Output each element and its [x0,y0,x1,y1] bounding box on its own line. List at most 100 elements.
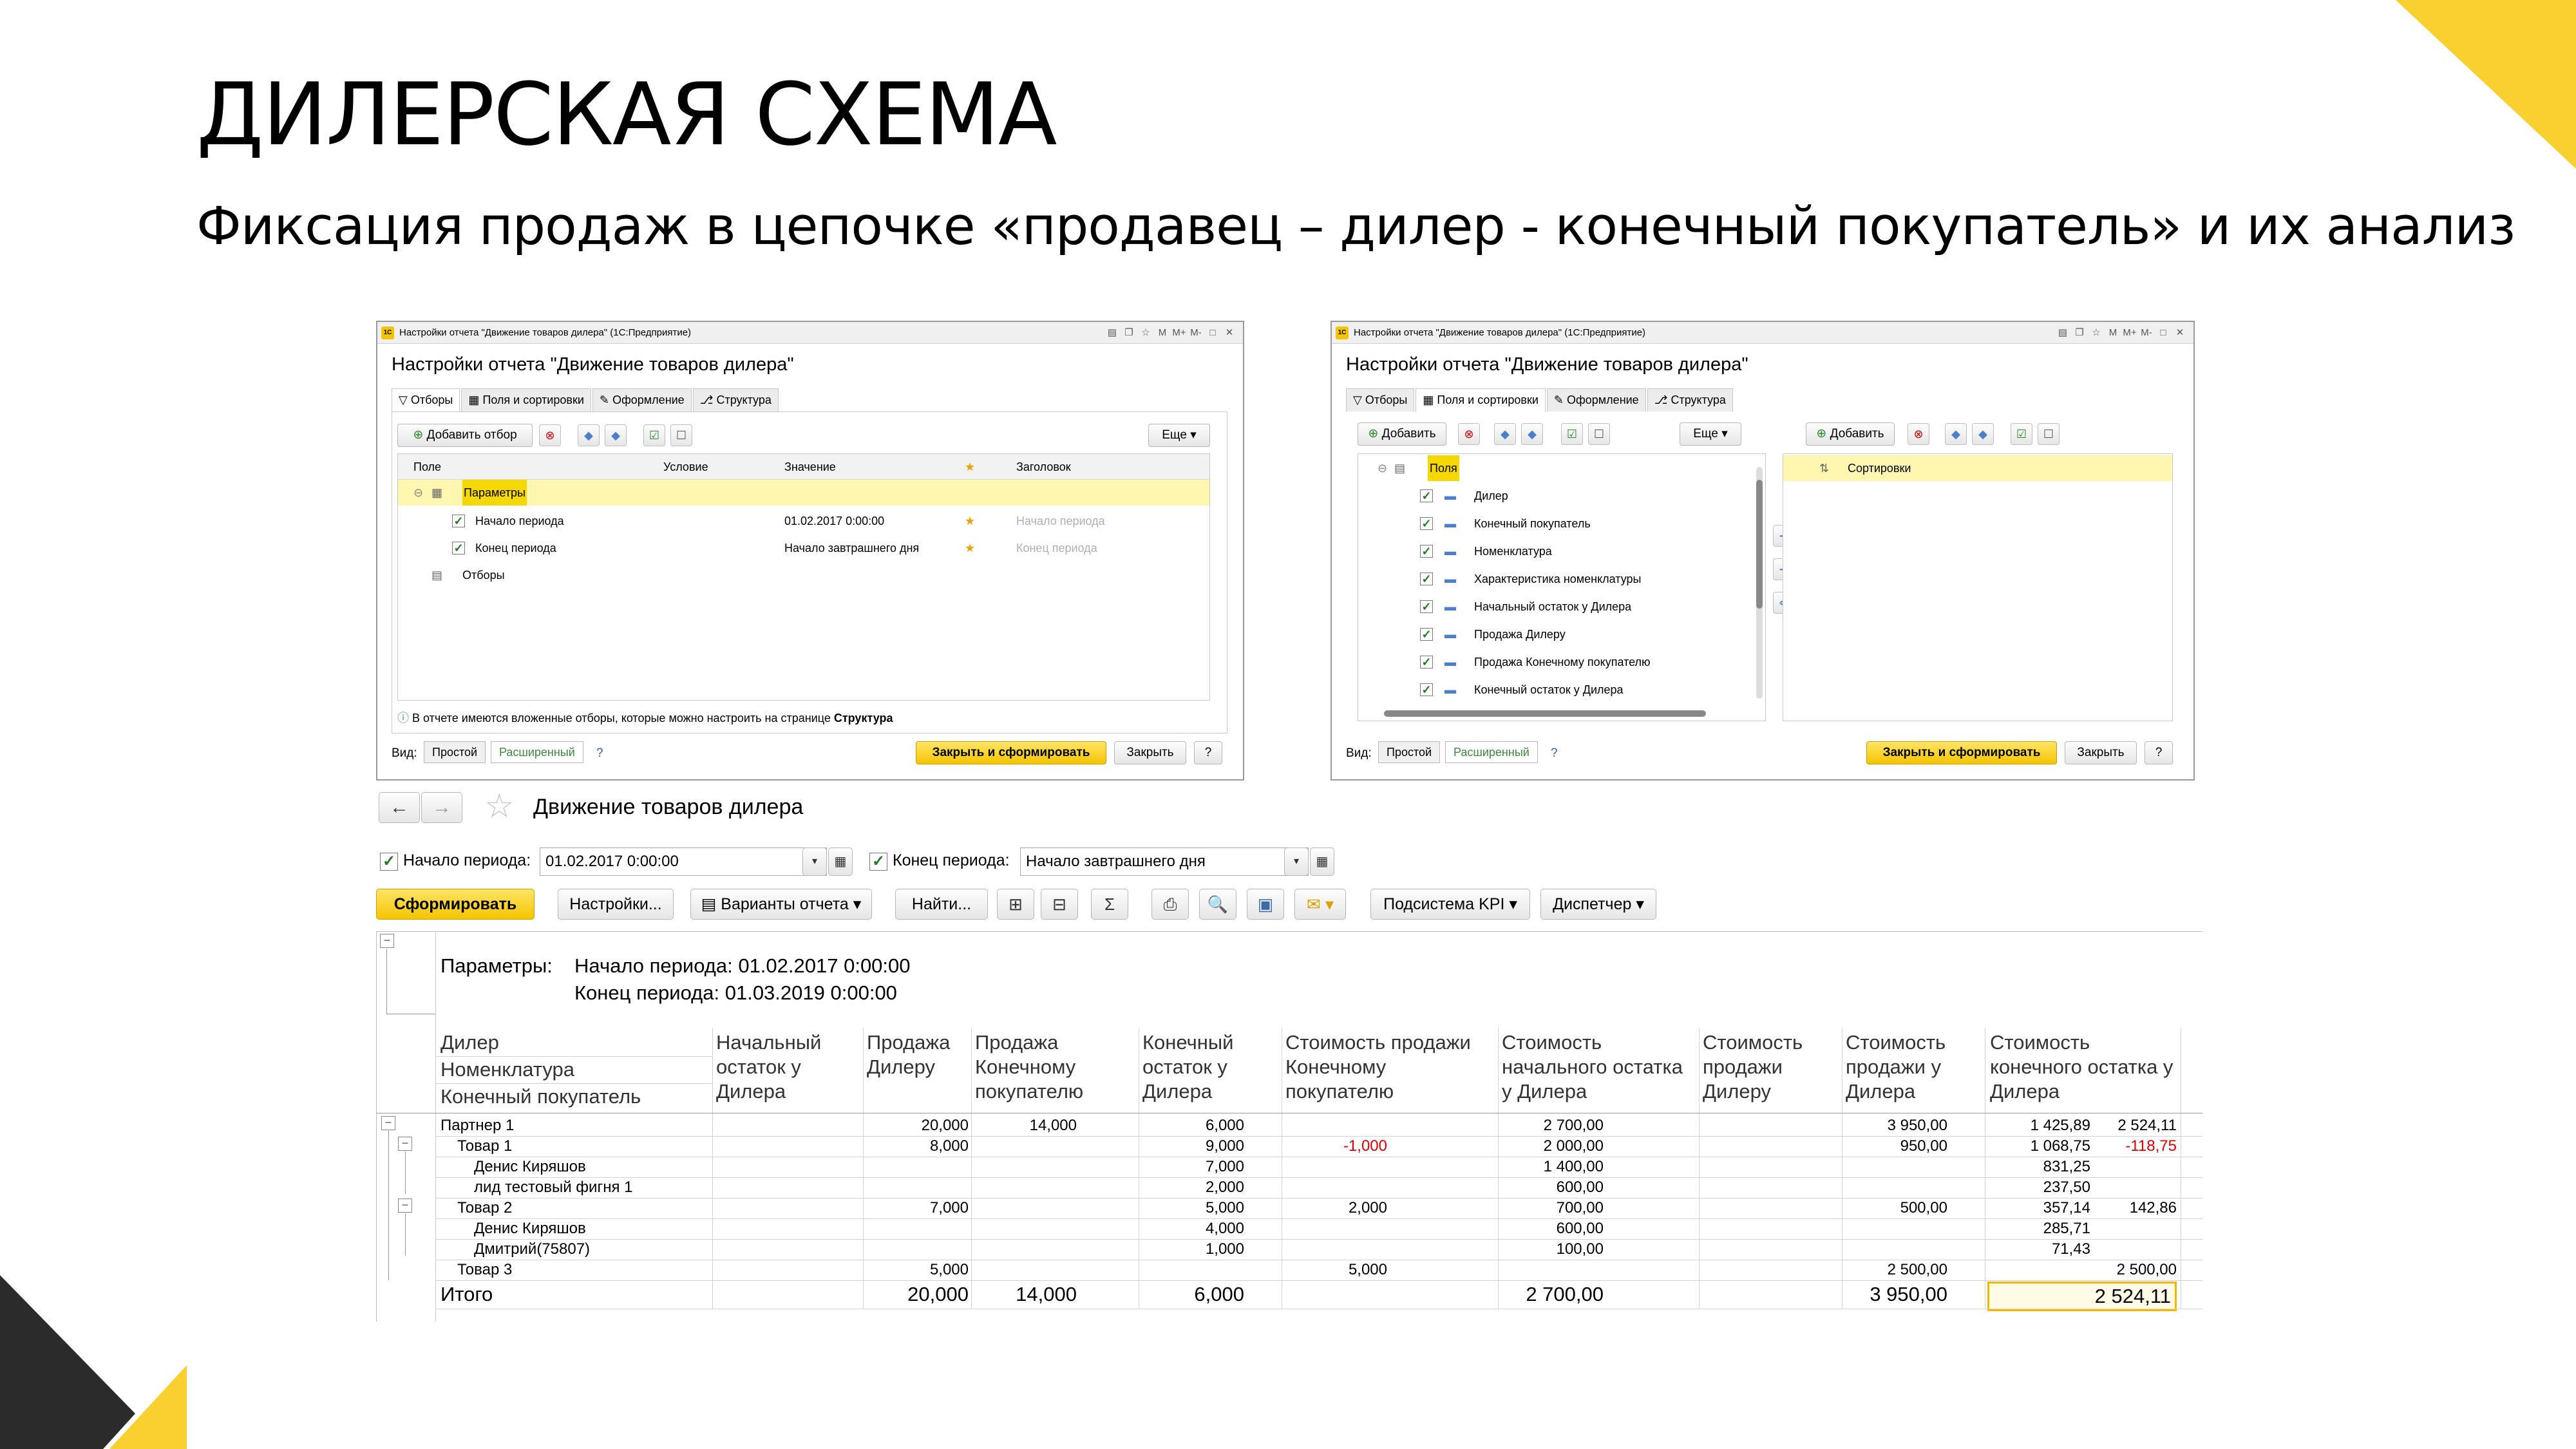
checkbox[interactable]: ✓ [1420,683,1433,696]
star-icon[interactable]: ★ [965,508,975,534]
delete-icon[interactable]: ⊗ [1458,423,1480,445]
uncheck-all-icon[interactable]: ☐ [1588,423,1610,445]
checkbox[interactable]: ✓ [1420,545,1433,558]
close-icon[interactable]: ✕ [1221,322,1238,344]
copy-icon[interactable]: ❐ [2071,322,2088,344]
view-extended-button[interactable]: Расширенный [491,741,583,763]
start-period-checkbox[interactable]: ✓ [380,853,398,871]
move-down-icon[interactable]: ◆ [605,424,627,446]
tree-row-fields-root[interactable]: ⊖ ▤ Поля [1358,455,1745,481]
back-arrow-icon[interactable]: ← [379,792,420,823]
checkbox[interactable]: ✓ [1420,628,1433,641]
sum-icon[interactable]: Σ [1091,889,1128,920]
add-filter-button[interactable]: ⊕ Добавить отбор [397,424,533,447]
collapse-icon[interactable]: − [398,1198,412,1213]
field-item[interactable]: ✓ ▬ Номенклатура [1358,538,1745,564]
vertical-scrollbar[interactable] [1756,467,1763,699]
collapse-icon[interactable]: − [398,1137,412,1151]
move-up-icon[interactable]: ◆ [1494,423,1516,445]
more-button[interactable]: Еще ▾ [1680,422,1741,446]
field-item[interactable]: ✓ ▬ Характеристика номенклатуры [1358,566,1745,592]
close-icon[interactable]: ✕ [2172,322,2188,344]
tree-row-end-period[interactable]: ✓ Конец периода Начало завтрашнего дня ★… [398,535,1209,561]
help-link[interactable]: ? [596,746,603,761]
end-dropdown-icon[interactable]: ▾ [1284,848,1309,876]
preview-icon[interactable]: 🔍 [1199,889,1236,920]
sort-up-icon[interactable]: ◆ [1945,423,1967,445]
end-period-checkbox[interactable]: ✓ [869,853,887,871]
menu-icon[interactable]: ▤ [1104,322,1121,344]
favorites-icon[interactable]: ☆ [1137,322,1154,344]
collapse-icon[interactable]: ⊖ [1378,455,1387,481]
collapse-groups-icon[interactable]: ⊟ [1041,889,1078,920]
restore-icon[interactable]: □ [2155,322,2172,344]
save-icon[interactable]: ▣ [1247,889,1284,920]
help-button[interactable]: ? [2145,741,2173,764]
horizontal-scrollbar[interactable] [1384,710,1706,717]
delete-icon[interactable]: ⊗ [539,424,561,446]
params-collapse-icon[interactable]: − [380,934,394,948]
print-icon[interactable]: ⎙ [1151,889,1189,920]
forward-arrow-icon[interactable]: → [421,792,462,823]
find-button[interactable]: Найти... [895,889,988,920]
expand-groups-icon[interactable]: ⊞ [997,889,1034,920]
send-email-icon[interactable]: ✉ ▾ [1294,889,1346,920]
view-extended-button[interactable]: Расширенный [1445,741,1538,763]
help-button[interactable]: ? [1194,741,1222,764]
memory-minus-icon[interactable]: M- [2138,322,2155,344]
checkbox[interactable]: ✓ [452,515,465,527]
checkbox[interactable]: ✓ [452,542,465,554]
check-all-icon[interactable]: ☑ [1561,423,1583,445]
memory-plus-icon[interactable]: M+ [2121,322,2138,344]
start-dropdown-icon[interactable]: ▾ [802,848,827,876]
help-link[interactable]: ? [1551,746,1558,761]
collapse-icon[interactable]: − [381,1116,395,1130]
tree-row-filters[interactable]: ▤ Отборы [398,562,1209,588]
tab-structure[interactable]: ⎇ Структура [1647,388,1733,412]
memory-minus-icon[interactable]: M- [1188,322,1204,344]
tree-row-sorting-root[interactable]: ⇅ Сортировки [1783,455,2172,481]
settings-button[interactable]: Настройки... [558,889,674,920]
view-simple-button[interactable]: Простой [424,741,486,763]
checkbox[interactable]: ✓ [1420,517,1433,530]
close-and-run-button[interactable]: Закрыть и сформировать [916,741,1106,764]
structure-link[interactable]: Структура [834,712,893,724]
field-item[interactable]: ✓ ▬ Конечный покупатель [1358,511,1745,536]
field-item[interactable]: ✓ ▬ Продажа Конечному покупателю [1358,649,1745,675]
report-variants-button[interactable]: ▤ Варианты отчета ▾ [690,889,872,920]
checkbox[interactable]: ✓ [1420,573,1433,585]
tab-structure[interactable]: ⎇ Структура [692,388,779,412]
collapse-icon[interactable]: ⊖ [413,480,423,506]
favorites-icon[interactable]: ☆ [2088,322,2105,344]
tab-appearance[interactable]: ✎ Оформление [592,388,692,412]
copy-icon[interactable]: ❐ [1121,322,1137,344]
tab-appearance[interactable]: ✎ Оформление [1546,388,1646,412]
add-sort-button[interactable]: ⊕ Добавить [1806,422,1895,446]
delete-sort-icon[interactable]: ⊗ [1908,423,1929,445]
checkbox[interactable]: ✓ [1420,656,1433,668]
selected-total-cell[interactable]: 2 524,11 [1987,1282,2177,1311]
field-item[interactable]: ✓ ▬ Начальный остаток у Дилера [1358,594,1745,620]
tab-filters[interactable]: ▽ Отборы [1346,388,1415,412]
field-item[interactable]: ✓ ▬ Конечный остаток у Дилера [1358,677,1745,703]
close-and-run-button[interactable]: Закрыть и сформировать [1866,741,2057,764]
run-report-button[interactable]: Сформировать [376,889,535,920]
move-down-icon[interactable]: ◆ [1521,423,1543,445]
field-item[interactable]: ✓ ▬ Дилер [1358,483,1745,509]
checkbox[interactable]: ✓ [1420,600,1433,613]
tab-fields-sorting[interactable]: ▦ Поля и сортировки [461,388,591,412]
checkbox[interactable]: ✓ [1420,489,1433,502]
memory-icon[interactable]: M [1154,322,1171,344]
kpi-subsystem-button[interactable]: Подсистема KPI ▾ [1370,889,1530,920]
check-all-icon[interactable]: ☑ [643,424,665,446]
move-up-icon[interactable]: ◆ [578,424,600,446]
add-field-button[interactable]: ⊕ Добавить [1358,422,1446,446]
restore-icon[interactable]: □ [1204,322,1221,344]
start-calendar-icon[interactable]: ▦ [828,848,853,876]
close-button[interactable]: Закрыть [1114,741,1186,764]
end-calendar-icon[interactable]: ▦ [1310,848,1334,876]
favorite-star-icon[interactable]: ☆ [484,787,515,826]
tab-fields-sorting[interactable]: ▦ Поля и сортировки [1416,388,1546,412]
scrollbar-thumb[interactable] [1756,480,1763,609]
dispatcher-button[interactable]: Диспетчер ▾ [1540,889,1656,920]
